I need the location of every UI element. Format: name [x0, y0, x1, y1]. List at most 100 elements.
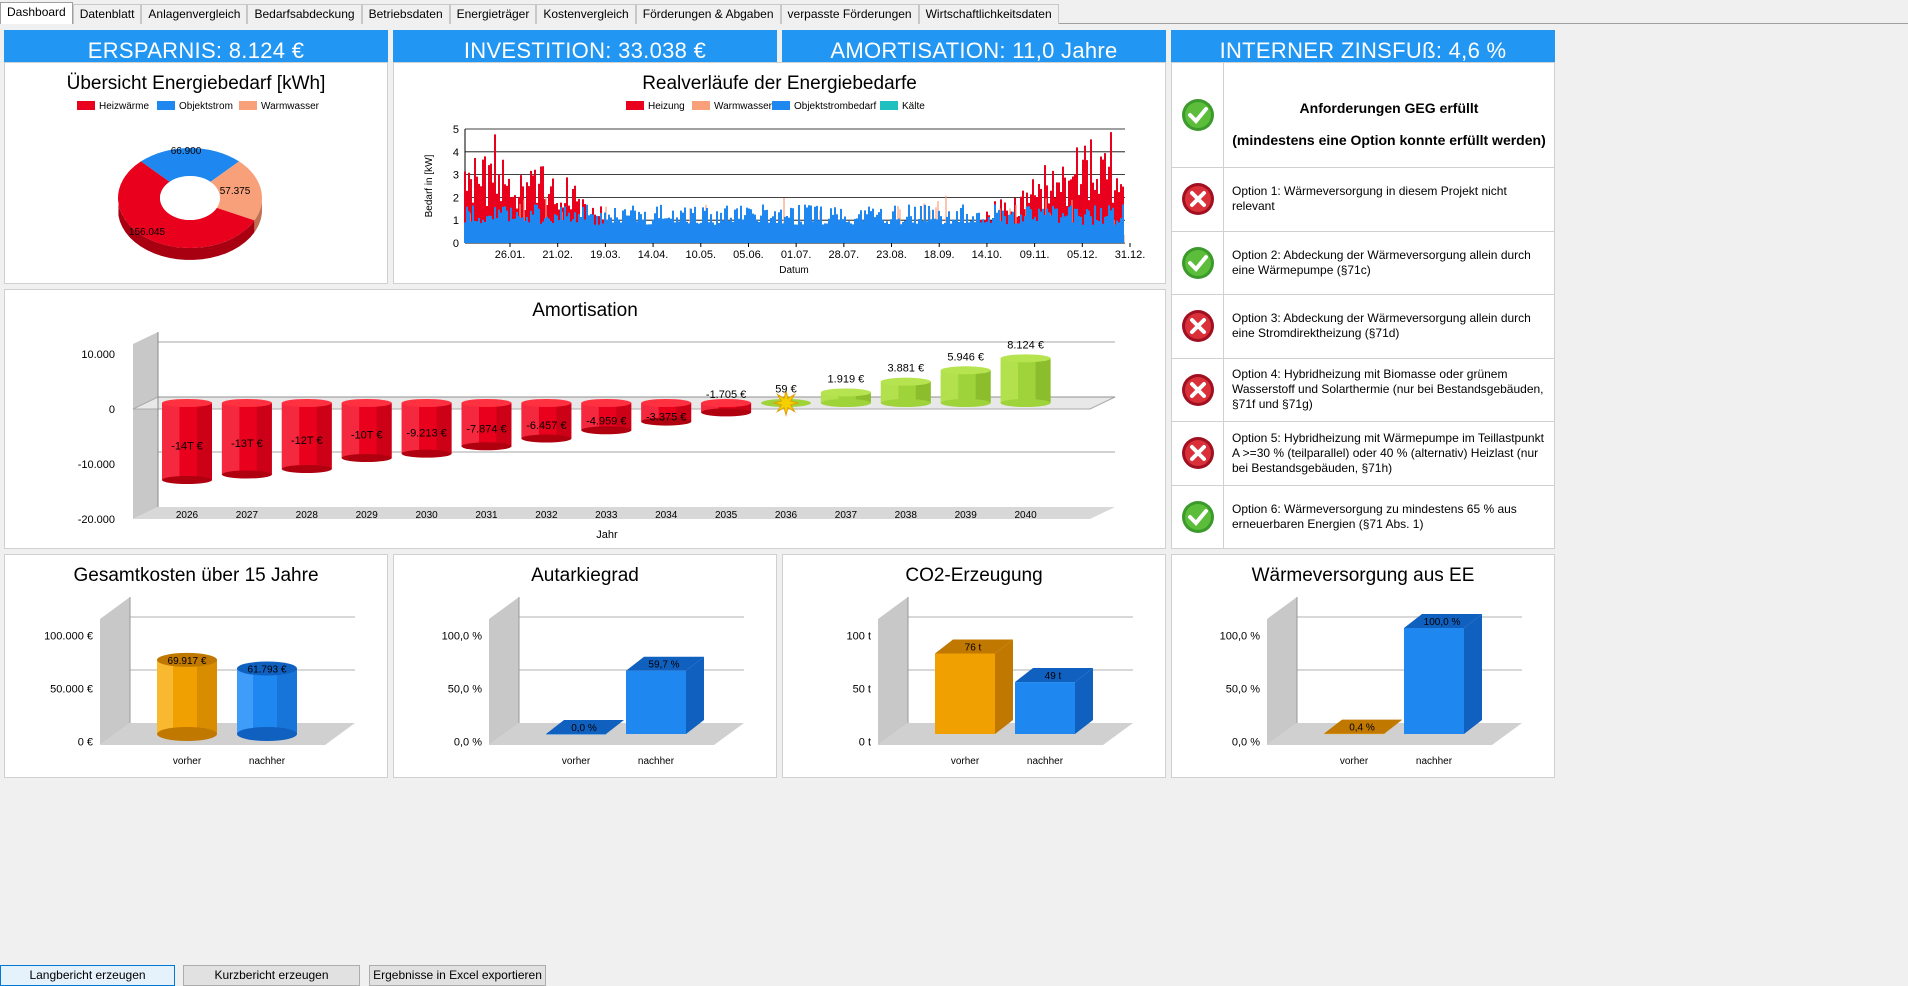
tab-9[interactable]: Wirtschaftlichkeitsdaten: [918, 4, 1059, 24]
real-ytick: 2: [453, 192, 459, 204]
real-xtick: 18.09.: [924, 249, 955, 261]
tab-8[interactable]: verpasste Förderungen: [780, 4, 919, 24]
co2-bar: [1015, 682, 1075, 734]
donut-legend-label: Warmwasser: [261, 101, 320, 112]
tab-1[interactable]: Datenblatt: [72, 4, 142, 24]
amort-bar-top: [940, 366, 991, 375]
real-xtick: 31.12.: [1115, 249, 1146, 261]
panel-amortisation: Amortisation 10.000 0 -10.000 -20.000 -14T €…: [4, 289, 1166, 549]
amort-sidewall: [133, 332, 158, 519]
waerme_ee-ytick: 0,0 %: [1232, 736, 1260, 748]
check-icon: [1181, 246, 1214, 279]
amort-bar-top: [521, 399, 572, 407]
amort-xtick: 2034: [655, 510, 678, 521]
waerme_ee-bar: [1404, 628, 1464, 734]
langbericht-button[interactable]: Langbericht erzeugen: [0, 965, 175, 986]
real-legend-swatch: [692, 101, 710, 110]
donut-chart: Heizwärme Objektstrom Warmwasser 156.045 66.…: [77, 101, 320, 260]
amortisation-chart: 10.000 0 -10.000 -20.000 -14T € 2026 -13T € 202…: [78, 332, 1116, 541]
waerme_ee-xtick: nachher: [1416, 756, 1453, 767]
real-xtick: 01.07.: [781, 249, 812, 261]
autarkie-xtick: nachher: [638, 756, 675, 767]
amort-bar-top: [341, 399, 392, 407]
panel-energiebedarf: Übersicht Energiebedarf [kWh] Heizwärme O…: [4, 62, 388, 284]
amort-bar-highlight: [1000, 358, 1019, 403]
tab-2[interactable]: Anlagenvergleich: [141, 4, 248, 24]
gesamtkosten-bar-shade: [277, 668, 297, 734]
real-ytick: 0: [453, 238, 459, 250]
geg-option-row: Option 6: Wärmeversorgung zu mindestens …: [1172, 485, 1554, 548]
tab-0[interactable]: Dashboard: [0, 2, 73, 24]
real-xlabel: Datum: [779, 265, 808, 276]
amort-xtick: 2029: [356, 510, 379, 521]
geg-option-text: Option 3: Abdeckung der Wärmeversorgung …: [1232, 311, 1531, 341]
real-xtick: 23.08.: [876, 249, 907, 261]
tab-7[interactable]: Förderungen & Abgaben: [635, 4, 781, 24]
amort-value-label: -3.375 €: [646, 411, 686, 423]
real-ytick: 4: [453, 147, 459, 159]
real-xtick: 14.04.: [638, 249, 669, 261]
amort-bar-top: [820, 388, 871, 397]
waerme_ee-floor: [1267, 723, 1522, 745]
tab-5[interactable]: Energieträger: [449, 4, 537, 24]
amort-bar-bottom: [1000, 399, 1051, 407]
co2-ytick: 50 t: [853, 683, 871, 695]
amort-value-label: 1.919 €: [828, 373, 865, 385]
amort-value-label: -14T €: [171, 441, 203, 453]
amort-bar-bottom: [820, 399, 871, 407]
amort-bar-top: [162, 399, 212, 407]
real-xtick: 05.06.: [733, 249, 764, 261]
amort-value-label: -13T €: [231, 438, 263, 450]
geg-option-icon-cell: [1172, 485, 1224, 548]
amort-bar-highlight: [940, 370, 959, 403]
amort-bar-bottom: [461, 442, 512, 451]
geg-option-text: Option 1: Wärmeversorgung in diesem Proj…: [1232, 184, 1507, 214]
tab-4[interactable]: Betriebsdaten: [361, 4, 450, 24]
amort-xlabel: Jahr: [596, 529, 618, 541]
geg-option-row: Option 4: Hybridheizung mit Biomasse ode…: [1172, 358, 1554, 422]
autarkie-bar: [626, 670, 686, 734]
autarkie-value-label: 0,0 %: [571, 723, 597, 734]
amort-bar-top: [401, 399, 452, 407]
kurzbericht-button[interactable]: Kurzbericht erzeugen: [183, 965, 360, 986]
co2-chart: 100 t 50 t 0 t 76 t vorher 49 t nachher: [847, 597, 1133, 767]
amort-bar-bottom: [162, 476, 212, 484]
real-ytick: 3: [453, 170, 459, 182]
gesamtkosten-bar-bottom: [237, 727, 297, 741]
geg-option-icon-cell: [1172, 358, 1224, 421]
real-xtick: 14.10.: [972, 249, 1003, 261]
co2-ytick: 0 t: [859, 736, 871, 748]
real-xtick: 19.03.: [590, 249, 621, 261]
panel-co2: CO2-Erzeugung 100 t 50 t0 t 76 t vorher 49 t…: [782, 554, 1166, 778]
amort-value-label: 3.881 €: [887, 363, 924, 375]
amort-xtick: 2032: [535, 510, 558, 521]
amort-xtick: 2028: [296, 510, 319, 521]
amort-xtick: 2027: [236, 510, 259, 521]
excel-export-button[interactable]: Ergebnisse in Excel exportieren: [369, 965, 546, 986]
waerme_ee-bar-side: [1464, 614, 1482, 734]
geg-option-text: Option 4: Hybridheizung mit Biomasse ode…: [1232, 367, 1544, 412]
amort-value-label: 8.124 €: [1007, 339, 1044, 351]
donut-legend-label: Objektstrom: [179, 101, 233, 112]
geg-header-line1: Anforderungen GEG erfüllt: [1299, 100, 1479, 116]
co2-floor: [878, 723, 1133, 745]
donut-value-label: 156.045: [129, 227, 166, 238]
geg-option-icon-cell: [1172, 168, 1224, 231]
tab-3[interactable]: Bedarfsabdeckung: [247, 4, 362, 24]
geg-header-line2: (mindestens eine Option konnte erfüllt w…: [1232, 132, 1546, 148]
geg-option-row: Option 3: Abdeckung der Wärmeversorgung …: [1172, 295, 1554, 359]
waerme_ee-ytick: 50,0 %: [1226, 683, 1260, 695]
autarkie-value-label: 59,7 %: [648, 660, 679, 671]
amort-value-label: 59 €: [775, 384, 796, 396]
amort-bar-shade: [975, 370, 991, 403]
co2-bar-side: [995, 639, 1013, 734]
co2-ytick: 100 t: [847, 630, 871, 642]
amort-value-label: -10T €: [351, 430, 383, 442]
geg-option-row: Option 5: Hybridheizung mit Wärmepumpe i…: [1172, 422, 1554, 486]
tab-6[interactable]: Kostenvergleich: [536, 4, 636, 24]
panel-waerme-ee: Wärmeversorgung aus EE 100,0 % 50,0 % 0,0 …: [1171, 554, 1555, 778]
gesamtkosten-bar-shade: [197, 659, 217, 734]
gesamtkosten-ytick: 0 €: [78, 736, 93, 748]
panel-geg: Anforderungen GEG erfüllt (mindestens ei…: [1171, 62, 1555, 549]
co2-xtick: nachher: [1027, 756, 1064, 767]
